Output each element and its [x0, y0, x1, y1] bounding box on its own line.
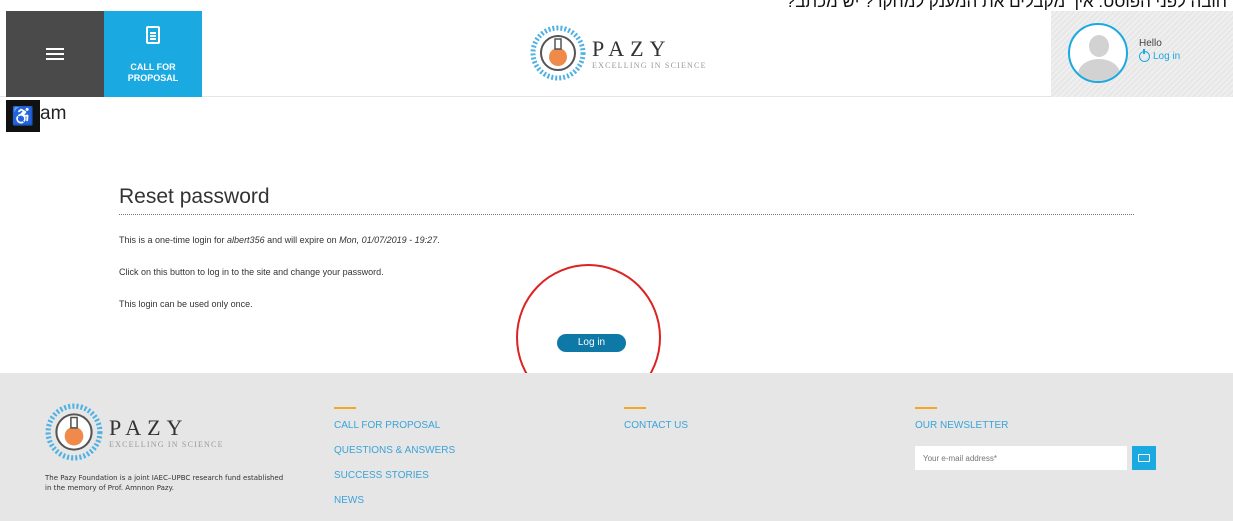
newsletter-submit-button[interactable]	[1132, 446, 1156, 470]
newsletter-heading: OUR NEWSLETTER	[915, 420, 1009, 431]
document-icon	[146, 26, 160, 44]
footer-links-column: CALL FOR PROPOSAL QUESTIONS & ANSWERS SU…	[334, 407, 455, 520]
footer-newsletter-column: OUR NEWSLETTER	[915, 407, 1008, 445]
title-divider	[119, 214, 1134, 215]
footer-description: The Pazy Foundation is a joint IAEC–UPBC…	[45, 474, 284, 492]
username: albert356	[227, 235, 265, 245]
accent-divider	[624, 407, 646, 409]
newsletter-email-input[interactable]	[915, 446, 1127, 470]
menu-button[interactable]	[6, 11, 104, 97]
once-only-message: This login can be used only once.	[119, 299, 253, 309]
footer-link-success-stories[interactable]: SUCCESS STORIES	[334, 470, 455, 481]
site-logo[interactable]: PAZY EXCELLING IN SCIENCE	[530, 25, 707, 81]
logo-name: PAZY	[592, 35, 672, 61]
footer-link-contact-us[interactable]: CONTACT US	[624, 420, 688, 431]
accent-divider	[334, 407, 356, 409]
avatar[interactable]	[1068, 23, 1128, 83]
page-title: Reset password	[119, 185, 270, 208]
call-for-proposal-label: CALL FOR PROPOSAL	[127, 62, 179, 83]
footer-link-call-for-proposal[interactable]: CALL FOR PROPOSAL	[334, 420, 455, 431]
user-panel: Hello Log in	[1051, 11, 1233, 97]
expiry-date: Mon, 01/07/2019 - 19:27	[339, 235, 438, 245]
accent-divider	[915, 407, 937, 409]
power-icon	[1139, 49, 1150, 62]
footer-logo-tagline: EXCELLING IN SCIENCE	[109, 439, 224, 449]
one-time-login-message: This is a one-time login for albert356 a…	[119, 235, 440, 245]
pazy-emblem-icon	[45, 403, 103, 461]
site-header: CALL FOR PROPOSAL PAZY EXCELLING IN SCIE…	[0, 11, 1233, 97]
call-for-proposal-button[interactable]: CALL FOR PROPOSAL	[104, 11, 202, 97]
logo-tagline: EXCELLING IN SCIENCE	[592, 60, 707, 70]
instruction-message: Click on this button to log in to the si…	[119, 267, 384, 277]
hamburger-icon	[46, 48, 64, 60]
footer-logo-name: PAZY	[109, 414, 189, 440]
footer-link-news[interactable]: NEWS	[334, 495, 455, 506]
partial-text: am	[40, 103, 67, 124]
site-footer: PAZY EXCELLING IN SCIENCE The Pazy Found…	[0, 373, 1233, 521]
pazy-emblem-icon	[530, 25, 586, 81]
envelope-icon	[1138, 454, 1150, 462]
footer-logo[interactable]: PAZY EXCELLING IN SCIENCE	[45, 403, 224, 461]
accessibility-icon[interactable]: ♿	[6, 100, 40, 132]
header-login-label: Log in	[1153, 51, 1181, 62]
footer-contact-column: CONTACT US	[624, 407, 688, 445]
login-button[interactable]: Log in	[557, 334, 626, 352]
header-login-link[interactable]: Log in	[1139, 49, 1181, 62]
hello-text: Hello	[1139, 38, 1162, 49]
footer-link-questions-answers[interactable]: QUESTIONS & ANSWERS	[334, 445, 455, 456]
